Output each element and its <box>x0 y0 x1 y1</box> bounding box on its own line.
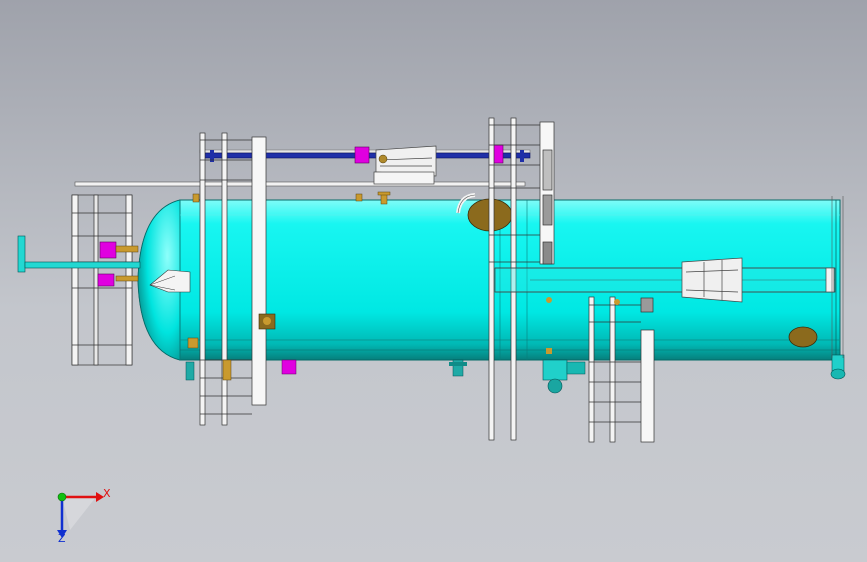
left-outlet-pipe <box>17 235 141 287</box>
x-axis-label: X <box>103 487 111 500</box>
pipe-valve-left <box>354 146 370 164</box>
y-axis-marker <box>57 492 67 502</box>
left-valve-lower <box>97 273 115 287</box>
z-axis-label: Z <box>58 532 66 545</box>
walkway-support-cone <box>681 257 743 303</box>
cad-viewport[interactable]: X Z <box>0 0 867 562</box>
pipe-support-bracket <box>373 145 437 185</box>
vessel-model[interactable]: X Z <box>0 0 867 562</box>
axis-triad: X Z <box>57 487 111 545</box>
left-valve-upper <box>99 241 117 259</box>
right-manway <box>788 326 818 348</box>
